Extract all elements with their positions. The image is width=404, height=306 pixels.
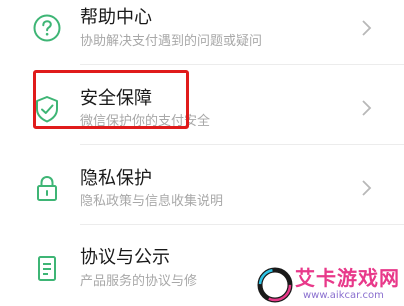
document-icon [31,252,63,284]
menu-item-privacy[interactable]: 隐私保护 隐私政策与信息收集说明 [0,155,404,219]
watermark-brand: 艾卡游戏网 [295,266,400,290]
menu-subtitle-help-center: 协助解决支付遇到的问题或疑问 [80,34,263,49]
chevron-right-icon [362,100,372,116]
highlight-box [33,70,189,129]
watermark-url: www.aikcar.com [303,290,384,301]
menu-title-agreements: 协议与公示 [80,247,170,268]
watermark: 艾卡游戏网 www.aikcar.com [255,262,404,306]
menu-title-help-center: 帮助中心 [80,7,152,28]
menu-item-help-center[interactable]: 帮助中心 协助解决支付遇到的问题或疑问 [0,0,404,64]
pay-settings-screen: 帮助中心 协助解决支付遇到的问题或疑问 安全保障 微信保护你的支付安全 隐私保护… [0,0,404,306]
divider [80,224,404,225]
chevron-right-icon [362,20,372,36]
lock-icon [31,172,63,204]
question-icon [31,12,63,44]
menu-title-privacy: 隐私保护 [80,168,152,189]
watermark-logo-icon [257,267,293,303]
divider [80,144,404,145]
chevron-right-icon [362,180,372,196]
divider [80,64,404,65]
menu-subtitle-privacy: 隐私政策与信息收集说明 [80,194,224,209]
menu-subtitle-agreements: 产品服务的协议与修 [80,274,198,289]
